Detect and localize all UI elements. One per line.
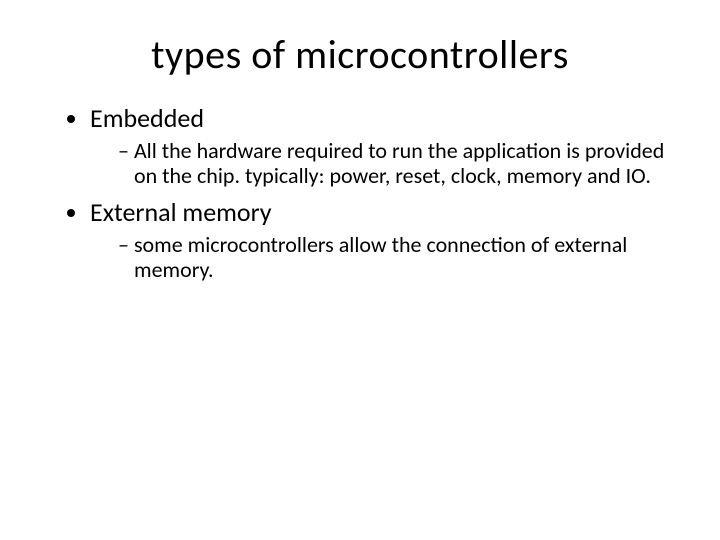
slide: types of microcontrollers Embedded All t… — [0, 0, 720, 540]
bullet-label: Embedded — [90, 102, 204, 134]
sub-list: some microcontrollers allow the connecti… — [90, 232, 670, 283]
list-item: Embedded All the hardware required to ru… — [90, 103, 670, 189]
sub-list-item: All the hardware required to run the app… — [118, 138, 670, 189]
sub-list-item: some microcontrollers allow the connecti… — [118, 232, 670, 283]
sub-list: All the hardware required to run the app… — [90, 138, 670, 189]
list-item: External memory some microcontrollers al… — [90, 197, 670, 283]
slide-title: types of microcontrollers — [50, 30, 670, 79]
bullet-label: External memory — [90, 196, 272, 228]
bullet-list: Embedded All the hardware required to ru… — [50, 103, 670, 283]
